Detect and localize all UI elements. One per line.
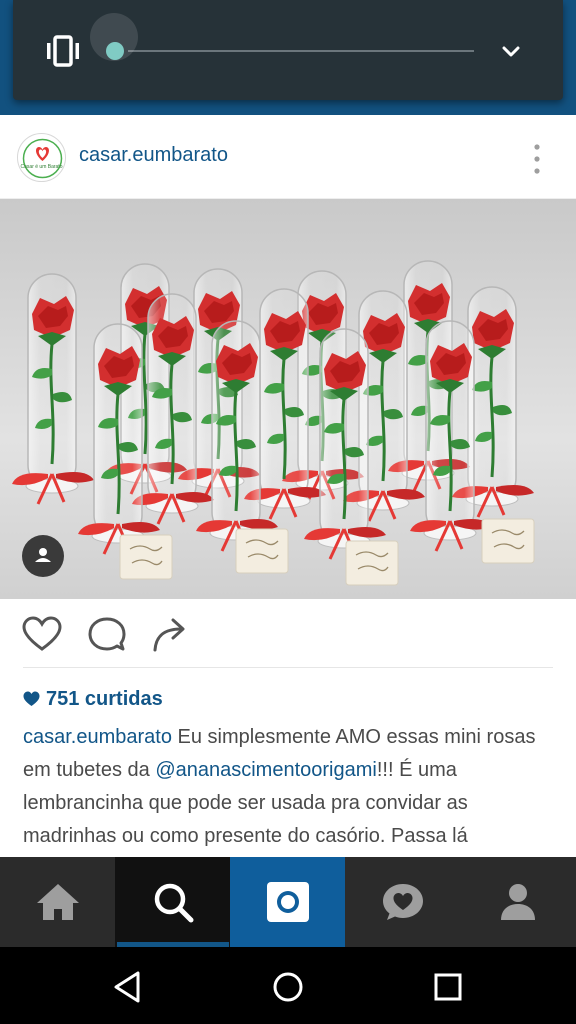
avatar-logo-text: Casar é um Barato bbox=[20, 164, 63, 170]
actions-divider bbox=[23, 667, 553, 668]
volume-panel bbox=[13, 0, 563, 100]
likes-row[interactable]: 751 curtidas bbox=[23, 685, 163, 713]
back-icon[interactable] bbox=[108, 967, 148, 1007]
chevron-down-icon[interactable] bbox=[499, 40, 523, 64]
roses-in-tubes-image bbox=[0, 199, 576, 599]
profile-icon bbox=[500, 884, 535, 920]
app-bottom-nav bbox=[0, 857, 576, 947]
recents-icon[interactable] bbox=[428, 967, 468, 1007]
home-icon bbox=[36, 884, 79, 920]
volume-slider-thumb[interactable] bbox=[106, 42, 124, 60]
heart-filled-icon bbox=[23, 691, 40, 706]
person-icon bbox=[35, 548, 51, 562]
system-nav-bar bbox=[0, 947, 576, 1024]
camera-icon bbox=[266, 882, 309, 922]
post-actions bbox=[0, 599, 576, 669]
share-arrow-icon[interactable] bbox=[151, 616, 191, 654]
home-circle-icon[interactable] bbox=[268, 967, 308, 1007]
vibrate-icon[interactable] bbox=[43, 34, 83, 68]
post-header: Casar é um Barato casar.eumbarato bbox=[0, 115, 576, 199]
avatar[interactable]: Casar é um Barato bbox=[17, 133, 66, 182]
post-caption: casar.eumbarato Eu simplesmente AMO essa… bbox=[23, 721, 558, 857]
post-photo[interactable] bbox=[0, 199, 576, 599]
more-options-icon[interactable] bbox=[527, 142, 547, 176]
logo-icon bbox=[22, 138, 63, 179]
nav-search[interactable] bbox=[115, 857, 230, 947]
caption-mention[interactable]: @ananascimentoorigami bbox=[155, 759, 377, 781]
nav-camera[interactable] bbox=[230, 857, 345, 947]
activity-icon bbox=[382, 884, 423, 920]
search-icon bbox=[154, 883, 193, 923]
user-tags-button[interactable] bbox=[22, 535, 64, 577]
nav-home[interactable] bbox=[0, 857, 115, 947]
post-username[interactable]: casar.eumbarato bbox=[79, 144, 228, 167]
likes-count: 751 curtidas bbox=[46, 687, 163, 710]
caption-username[interactable]: casar.eumbarato bbox=[23, 726, 172, 748]
nav-profile[interactable] bbox=[460, 857, 575, 947]
nav-activity[interactable] bbox=[345, 857, 460, 947]
comment-bubble-icon[interactable] bbox=[87, 616, 127, 654]
volume-slider-track[interactable] bbox=[128, 50, 474, 52]
like-heart-icon[interactable] bbox=[22, 616, 62, 654]
